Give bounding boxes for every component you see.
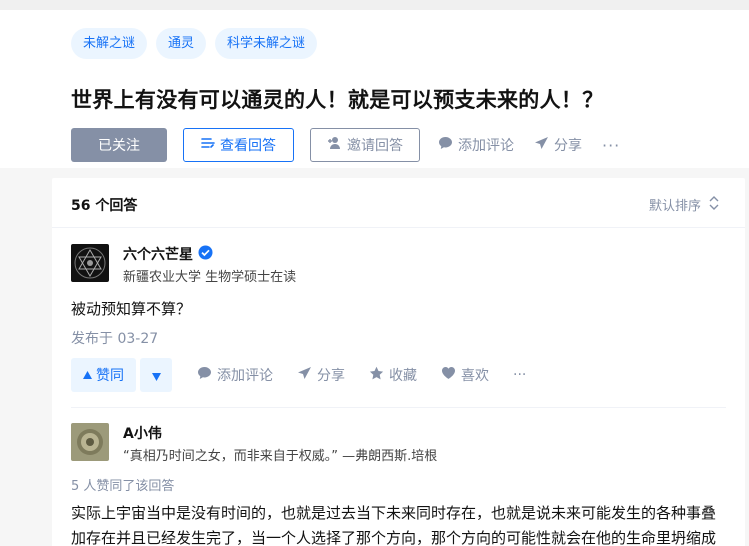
- view-answers-label: 查看回答: [220, 138, 276, 154]
- star-icon: [369, 366, 384, 384]
- more-button[interactable]: ···: [513, 367, 526, 383]
- sort-selector[interactable]: 默认排序: [649, 195, 719, 214]
- question-header: 未解之谜 通灵 科学未解之谜 世界上有没有可以通灵的人！就是可以预支未来的人！？…: [0, 0, 749, 168]
- avatar[interactable]: [71, 423, 109, 461]
- answer-count: 56 个回答: [71, 198, 138, 214]
- topic-tag[interactable]: 科学未解之谜: [215, 28, 318, 59]
- comment-icon: [438, 136, 453, 154]
- share-label: 分享: [554, 138, 582, 154]
- triangle-up-icon: [83, 367, 92, 383]
- question-actions: 已关注 查看回答 邀请回答 添加评论 分享 ···: [71, 128, 620, 162]
- add-comment-button[interactable]: 添加评论: [438, 135, 514, 155]
- downvote-button[interactable]: [140, 358, 172, 392]
- invite-answer-label: 邀请回答: [347, 138, 403, 154]
- answer-item: A小伟 “真相乃时间之女，而非来自于权威。” —弗朗西斯.培根 5 人赞同了该回…: [71, 423, 726, 546]
- answer-actions: 赞同 添加评论 分享 收藏 喜欢 ···: [71, 358, 526, 392]
- answer-content[interactable]: 被动预知算不算？: [71, 298, 191, 319]
- chevron-up-down-icon: [709, 195, 719, 214]
- share-button[interactable]: 分享: [534, 135, 582, 155]
- share-label: 分享: [317, 368, 345, 384]
- share-icon: [297, 366, 312, 384]
- answers-card: 56 个回答 默认排序 六个六芒星 新疆农业大学 生物学硕士在读 被动预知算不算…: [52, 178, 745, 546]
- answer-content-line: 实际上宇宙当中是没有时间的，也就是过去当下未来同时存在，也就是说未来可能发生的各…: [71, 504, 717, 522]
- heart-icon: [441, 366, 456, 384]
- avatar[interactable]: [71, 244, 109, 282]
- divider: [71, 407, 726, 408]
- question-title: 世界上有没有可以通灵的人！就是可以预支未来的人！？: [71, 88, 604, 112]
- author-name-text: 六个六芒星: [123, 247, 193, 263]
- author-name-text: A小伟: [123, 426, 162, 442]
- answer-content-line: 加存在并且已经发生完了，当一个人选择了那个方向，那个方向的可能性就会在他的生命里…: [71, 529, 717, 546]
- verified-badge-icon: [198, 245, 213, 264]
- add-comment-label: 添加评论: [458, 138, 514, 154]
- view-answers-button[interactable]: 查看回答: [183, 128, 294, 162]
- triangle-down-icon: [151, 366, 161, 385]
- topic-tag[interactable]: 未解之谜: [71, 28, 148, 59]
- invite-answer-button[interactable]: 邀请回答: [310, 128, 420, 162]
- followed-label: 已关注: [98, 138, 140, 154]
- add-comment-label: 添加评论: [217, 368, 273, 384]
- author-bio: 新疆农业大学 生物学硕士在读: [123, 270, 297, 285]
- followed-button[interactable]: 已关注: [71, 128, 167, 162]
- topic-tag[interactable]: 通灵: [156, 28, 207, 59]
- like-label: 喜欢: [461, 368, 489, 384]
- author-bio: “真相乃时间之女，而非来自于权威。” —弗朗西斯.培根: [123, 449, 438, 464]
- answer-date[interactable]: 发布于 03-27: [71, 328, 158, 348]
- sort-label: 默认排序: [648, 199, 701, 214]
- add-comment-button[interactable]: 添加评论: [197, 365, 273, 385]
- answer-content[interactable]: 实际上宇宙当中是没有时间的，也就是过去当下未来同时存在，也就是说未来可能发生的各…: [71, 501, 726, 546]
- upvote-label: 赞同: [96, 368, 124, 384]
- author-name[interactable]: 六个六芒星: [123, 244, 213, 264]
- vote-count: 5 人赞同了该回答: [71, 479, 175, 494]
- collect-button[interactable]: 收藏: [369, 365, 417, 385]
- list-icon: [201, 136, 215, 154]
- author-name[interactable]: A小伟: [123, 423, 162, 443]
- collect-label: 收藏: [389, 368, 417, 384]
- like-button[interactable]: 喜欢: [441, 365, 489, 385]
- comment-icon: [197, 366, 212, 384]
- upvote-button[interactable]: 赞同: [71, 358, 136, 392]
- answers-card-header: 56 个回答 默认排序: [52, 178, 745, 228]
- share-button[interactable]: 分享: [297, 365, 345, 385]
- share-icon: [534, 136, 549, 154]
- topic-tags: 未解之谜 通灵 科学未解之谜: [71, 28, 318, 59]
- add-user-icon: [327, 136, 342, 154]
- more-button[interactable]: ···: [602, 136, 620, 155]
- answer-item: 六个六芒星 新疆农业大学 生物学硕士在读 被动预知算不算？ 发布于 03-27 …: [71, 244, 726, 392]
